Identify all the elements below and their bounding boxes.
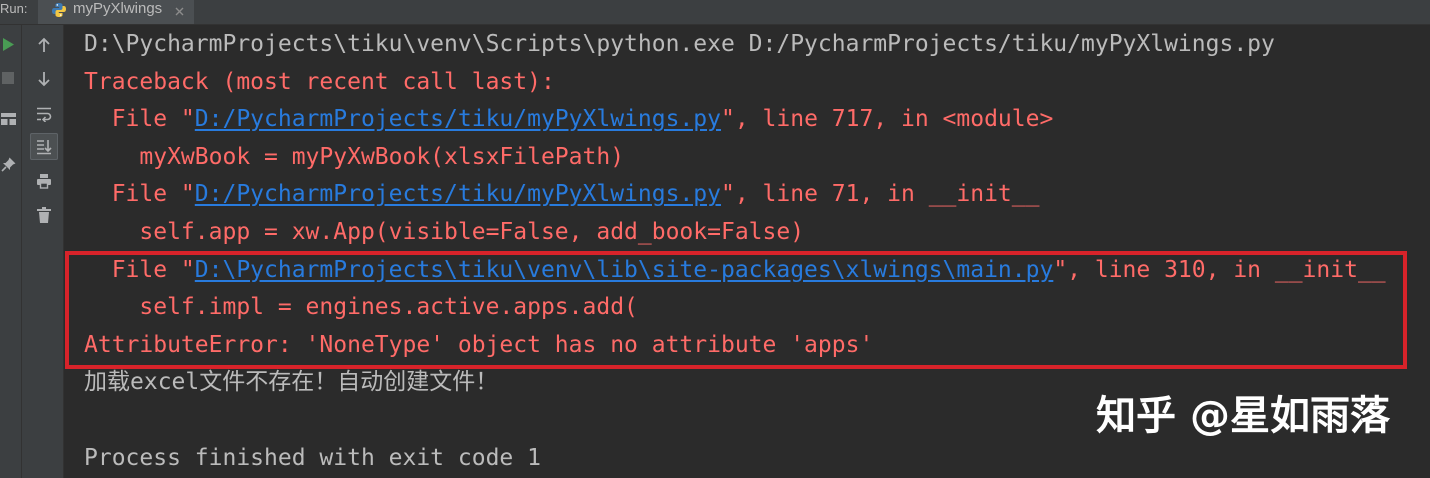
- soft-wrap-icon: [36, 106, 52, 122]
- tab-mypyxlwings[interactable]: myPyXlwings: [38, 0, 194, 24]
- run-actions-toolbar: [0, 25, 22, 478]
- stop-icon: [2, 72, 14, 84]
- restore-layout-icon: [0, 112, 16, 126]
- traceback-file-line: File "D:/PycharmProjects/tiku/myPyXlwing…: [84, 101, 1430, 139]
- console-actions-toolbar: [22, 25, 64, 478]
- restore-layout-button[interactable]: [0, 110, 16, 128]
- python-icon: [51, 2, 67, 18]
- down-arrow-icon: [37, 71, 51, 87]
- run-icon: [2, 37, 15, 52]
- line-suffix: ", line 717, in <module>: [720, 106, 1054, 133]
- trash-icon: [37, 206, 51, 223]
- file-path-link[interactable]: D:\PycharmProjects\tiku\venv\lib\site-pa…: [195, 257, 1054, 283]
- print-icon: [36, 173, 52, 189]
- stop-button[interactable]: [0, 69, 16, 87]
- previous-occurrence-button[interactable]: [30, 31, 58, 58]
- line-suffix: ", line 310, in __init__: [1053, 256, 1386, 283]
- soft-wrap-button[interactable]: [30, 100, 58, 127]
- print-button[interactable]: [30, 167, 58, 194]
- line-prefix: File ": [84, 106, 195, 133]
- traceback-file-line: File "D:/PycharmProjects/tiku/myPyXlwing…: [84, 176, 1430, 214]
- next-occurrence-button[interactable]: [30, 65, 58, 92]
- rerun-button[interactable]: [0, 35, 16, 53]
- line-prefix: File ": [84, 181, 195, 208]
- error-message-line: AttributeError: 'NoneType' object has no…: [84, 331, 874, 358]
- tab-title: myPyXlwings: [73, 0, 163, 17]
- close-icon[interactable]: [174, 4, 185, 16]
- clear-all-button[interactable]: [30, 201, 58, 228]
- scroll-to-end-button[interactable]: [30, 133, 58, 160]
- pin-icon: [0, 157, 16, 172]
- traceback-file-line: File "D:\PycharmProjects\tiku\venv\lib\s…: [84, 252, 1430, 290]
- traceback-code-line: self.impl = engines.active.apps.add(: [84, 294, 638, 321]
- scroll-to-end-icon: [36, 139, 52, 155]
- run-tab-bar: Run: myPyXlwings: [0, 0, 1430, 25]
- watermark: 知乎 @星如雨落: [1096, 393, 1390, 439]
- line-suffix: ", line 71, in __init__: [720, 181, 1040, 208]
- traceback-code-line: self.app = xw.App(visible=False, add_boo…: [84, 218, 805, 245]
- run-tool-window: Run: myPyXlwings D:\PycharmProjects\tiku…: [0, 0, 1430, 478]
- up-arrow-icon: [37, 37, 51, 53]
- traceback-header: Traceback (most recent call last):: [84, 68, 555, 95]
- traceback-code-line: myXwBook = myPyXwBook(xlsxFilePath): [84, 143, 625, 170]
- file-path-link[interactable]: D:/PycharmProjects/tiku/myPyXlwings.py: [195, 106, 721, 132]
- file-path-link[interactable]: D:/PycharmProjects/tiku/myPyXlwings.py: [195, 181, 721, 207]
- line-prefix: File ": [84, 256, 195, 283]
- process-finished-line: Process finished with exit code 1: [84, 444, 541, 471]
- pin-tab-button[interactable]: [0, 155, 16, 173]
- command-line: D:\PycharmProjects\tiku\venv\Scripts\pyt…: [84, 31, 1275, 57]
- run-label: Run:: [0, 1, 28, 16]
